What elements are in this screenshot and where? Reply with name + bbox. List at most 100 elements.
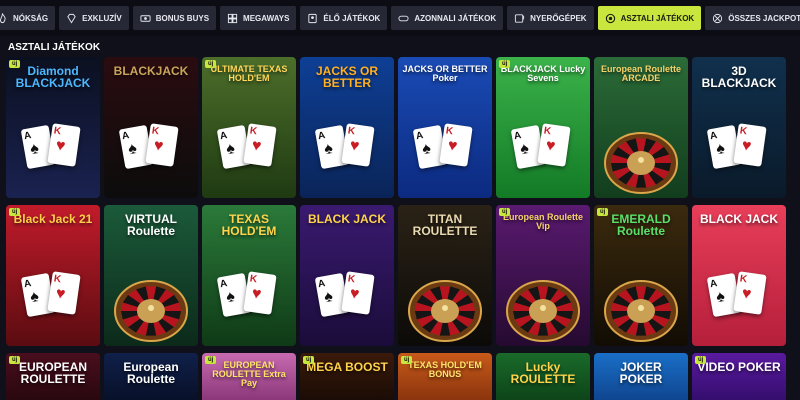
tab-slot-machine[interactable]: Nyerőgépek	[507, 6, 594, 30]
new-badge: új	[401, 356, 413, 364]
game-tile[interactable]: VIRTUAL Roulette	[104, 205, 198, 346]
game-tile[interactable]: VIDEO POKER új	[692, 353, 786, 400]
game-title: European Roulette ARCADE	[600, 64, 681, 83]
new-badge: új	[205, 356, 217, 364]
game-tile[interactable]: JACKS OR BETTER Poker A ♠ K ♥	[398, 57, 492, 198]
playing-card-image: K ♥	[341, 123, 375, 167]
game-tile[interactable]: BLACKJACK Lucky Sevens A ♠ K ♥ új	[496, 57, 590, 198]
new-badge: új	[205, 60, 217, 68]
tab-label: Megaways	[243, 13, 290, 23]
section-title: Asztali játékok	[8, 42, 101, 53]
tab-label: Élő játékok	[323, 13, 381, 23]
money-icon	[140, 13, 151, 24]
new-badge: új	[597, 208, 609, 216]
new-badge: új	[9, 208, 21, 216]
slot-icon	[227, 13, 238, 24]
game-title: BLACK JACK	[308, 212, 386, 226]
game-title: TITAN ROULETTE	[412, 212, 478, 238]
fire-icon	[0, 12, 8, 24]
game-tile[interactable]: EUROPEAN ROULETTE új	[6, 353, 100, 400]
game-tile[interactable]: TEXAS HOLD'EM BONUS új	[398, 353, 492, 400]
game-title: EUROPEAN ROULETTE	[18, 360, 87, 386]
new-badge: új	[499, 208, 511, 216]
game-tile[interactable]: JACKS OR BETTER A ♠ K ♥	[300, 57, 394, 198]
game-tile[interactable]: Lucky ROULETTE	[496, 353, 590, 400]
game-title: VIRTUAL Roulette	[125, 212, 177, 238]
playing-card-image: K ♥	[47, 123, 81, 167]
game-title: MEGA BOOST	[306, 360, 388, 374]
game-tile[interactable]: TEXAS HOLD'EM A ♠ K ♥	[202, 205, 296, 346]
table-chip-icon	[605, 13, 616, 24]
new-badge: új	[695, 356, 707, 364]
game-tile[interactable]: BLACKJACK A ♠ K ♥	[104, 57, 198, 198]
tab-money[interactable]: Bonus Buys	[132, 6, 217, 30]
game-tile[interactable]: European Roulette	[104, 353, 198, 400]
roulette-wheel-image	[506, 280, 580, 342]
game-tile[interactable]: EUROPEAN ROULETTE Extra Pay új	[202, 353, 296, 400]
tab-label: Bonus Buys	[155, 13, 210, 23]
game-title: JOKER POKER	[619, 360, 663, 386]
game-title: EUROPEAN ROULETTE Extra Pay	[212, 360, 286, 388]
game-tile[interactable]: EMERALD Roulette új	[594, 205, 688, 346]
playing-card-image: K ♥	[341, 271, 375, 315]
playing-card-image: K ♥	[243, 123, 277, 167]
slot-machine-icon	[514, 13, 525, 24]
tab-label: Azonnali játékok	[414, 13, 497, 23]
game-title: BLACK JACK	[700, 212, 778, 226]
game-tile[interactable]: European Roulette ARCADE	[594, 57, 688, 198]
jackpot-icon	[712, 13, 723, 24]
playing-card-image: K ♥	[537, 123, 571, 167]
new-badge: új	[499, 60, 511, 68]
diamond-icon	[66, 13, 77, 24]
game-title: TEXAS HOLD'EM	[221, 212, 277, 238]
playing-card-image: K ♥	[439, 123, 473, 167]
category-nav: Nókság Exkluzív Bonus Buys Megaways Élő játé…	[0, 0, 800, 36]
game-title: ULTIMATE TEXAS HOLD'EM	[210, 64, 288, 83]
tab-label: Asztali játékok	[620, 13, 695, 23]
game-tile[interactable]: BLACK JACK A ♠ K ♥	[692, 205, 786, 346]
tab-jackpot[interactable]: Összes jackpot	[705, 6, 800, 30]
tab-fire[interactable]: Nókság	[0, 6, 56, 30]
game-title: TEXAS HOLD'EM BONUS	[408, 360, 482, 379]
tab-label: Nókság	[13, 13, 49, 23]
roulette-wheel-image	[408, 280, 482, 342]
game-tile[interactable]: European Roulette Vip új	[496, 205, 590, 346]
playing-card-image: K ♥	[733, 123, 767, 167]
tab-label: Összes jackpot	[728, 13, 800, 23]
game-tile[interactable]: Diamond BLACKJACK A ♠ K ♥ új	[6, 57, 100, 198]
game-title: BLACKJACK Lucky Sevens	[500, 64, 586, 83]
tab-gamepad[interactable]: Azonnali játékok	[391, 6, 504, 30]
game-title: EMERALD Roulette	[611, 212, 671, 238]
game-title: JACKS OR BETTER Poker	[402, 64, 488, 83]
tab-table-chip[interactable]: Asztali játékok	[597, 6, 702, 30]
game-tile[interactable]: JOKER POKER	[594, 353, 688, 400]
game-tile[interactable]: Black Jack 21 A ♠ K ♥ új	[6, 205, 100, 346]
roulette-wheel-image	[604, 132, 678, 194]
game-tile[interactable]: TITAN ROULETTE	[398, 205, 492, 346]
game-title: Black Jack 21	[13, 212, 93, 226]
new-badge: új	[9, 60, 21, 68]
game-title: BLACKJACK	[113, 64, 189, 78]
game-tile[interactable]: ULTIMATE TEXAS HOLD'EM A ♠ K ♥ új	[202, 57, 296, 198]
tab-live[interactable]: Élő játékok	[300, 6, 388, 30]
playing-card-image: K ♥	[145, 123, 179, 167]
game-title: European Roulette	[123, 360, 179, 386]
game-title: European Roulette Vip	[502, 212, 583, 231]
tab-diamond[interactable]: Exkluzív	[59, 6, 129, 30]
playing-card-image: K ♥	[733, 271, 767, 315]
live-icon	[307, 13, 318, 24]
tab-label: Exkluzív	[82, 13, 122, 23]
game-title: Lucky ROULETTE	[510, 360, 576, 386]
new-badge: új	[303, 356, 315, 364]
game-grid: Diamond BLACKJACK A ♠ K ♥ új BLACKJACK A ♠ K ♥ ULTI…	[6, 57, 794, 400]
roulette-wheel-image	[604, 280, 678, 342]
game-tile[interactable]: BLACK JACK A ♠ K ♥	[300, 205, 394, 346]
playing-card-image: K ♥	[243, 271, 277, 315]
roulette-wheel-image	[114, 280, 188, 342]
gamepad-icon	[398, 13, 409, 24]
game-tile[interactable]: 3D BLACKJACK A ♠ K ♥	[692, 57, 786, 198]
game-tile[interactable]: MEGA BOOST új	[300, 353, 394, 400]
tab-slot[interactable]: Megaways	[220, 6, 297, 30]
game-title: JACKS OR BETTER	[315, 64, 378, 90]
game-title: Diamond BLACKJACK	[15, 64, 91, 90]
